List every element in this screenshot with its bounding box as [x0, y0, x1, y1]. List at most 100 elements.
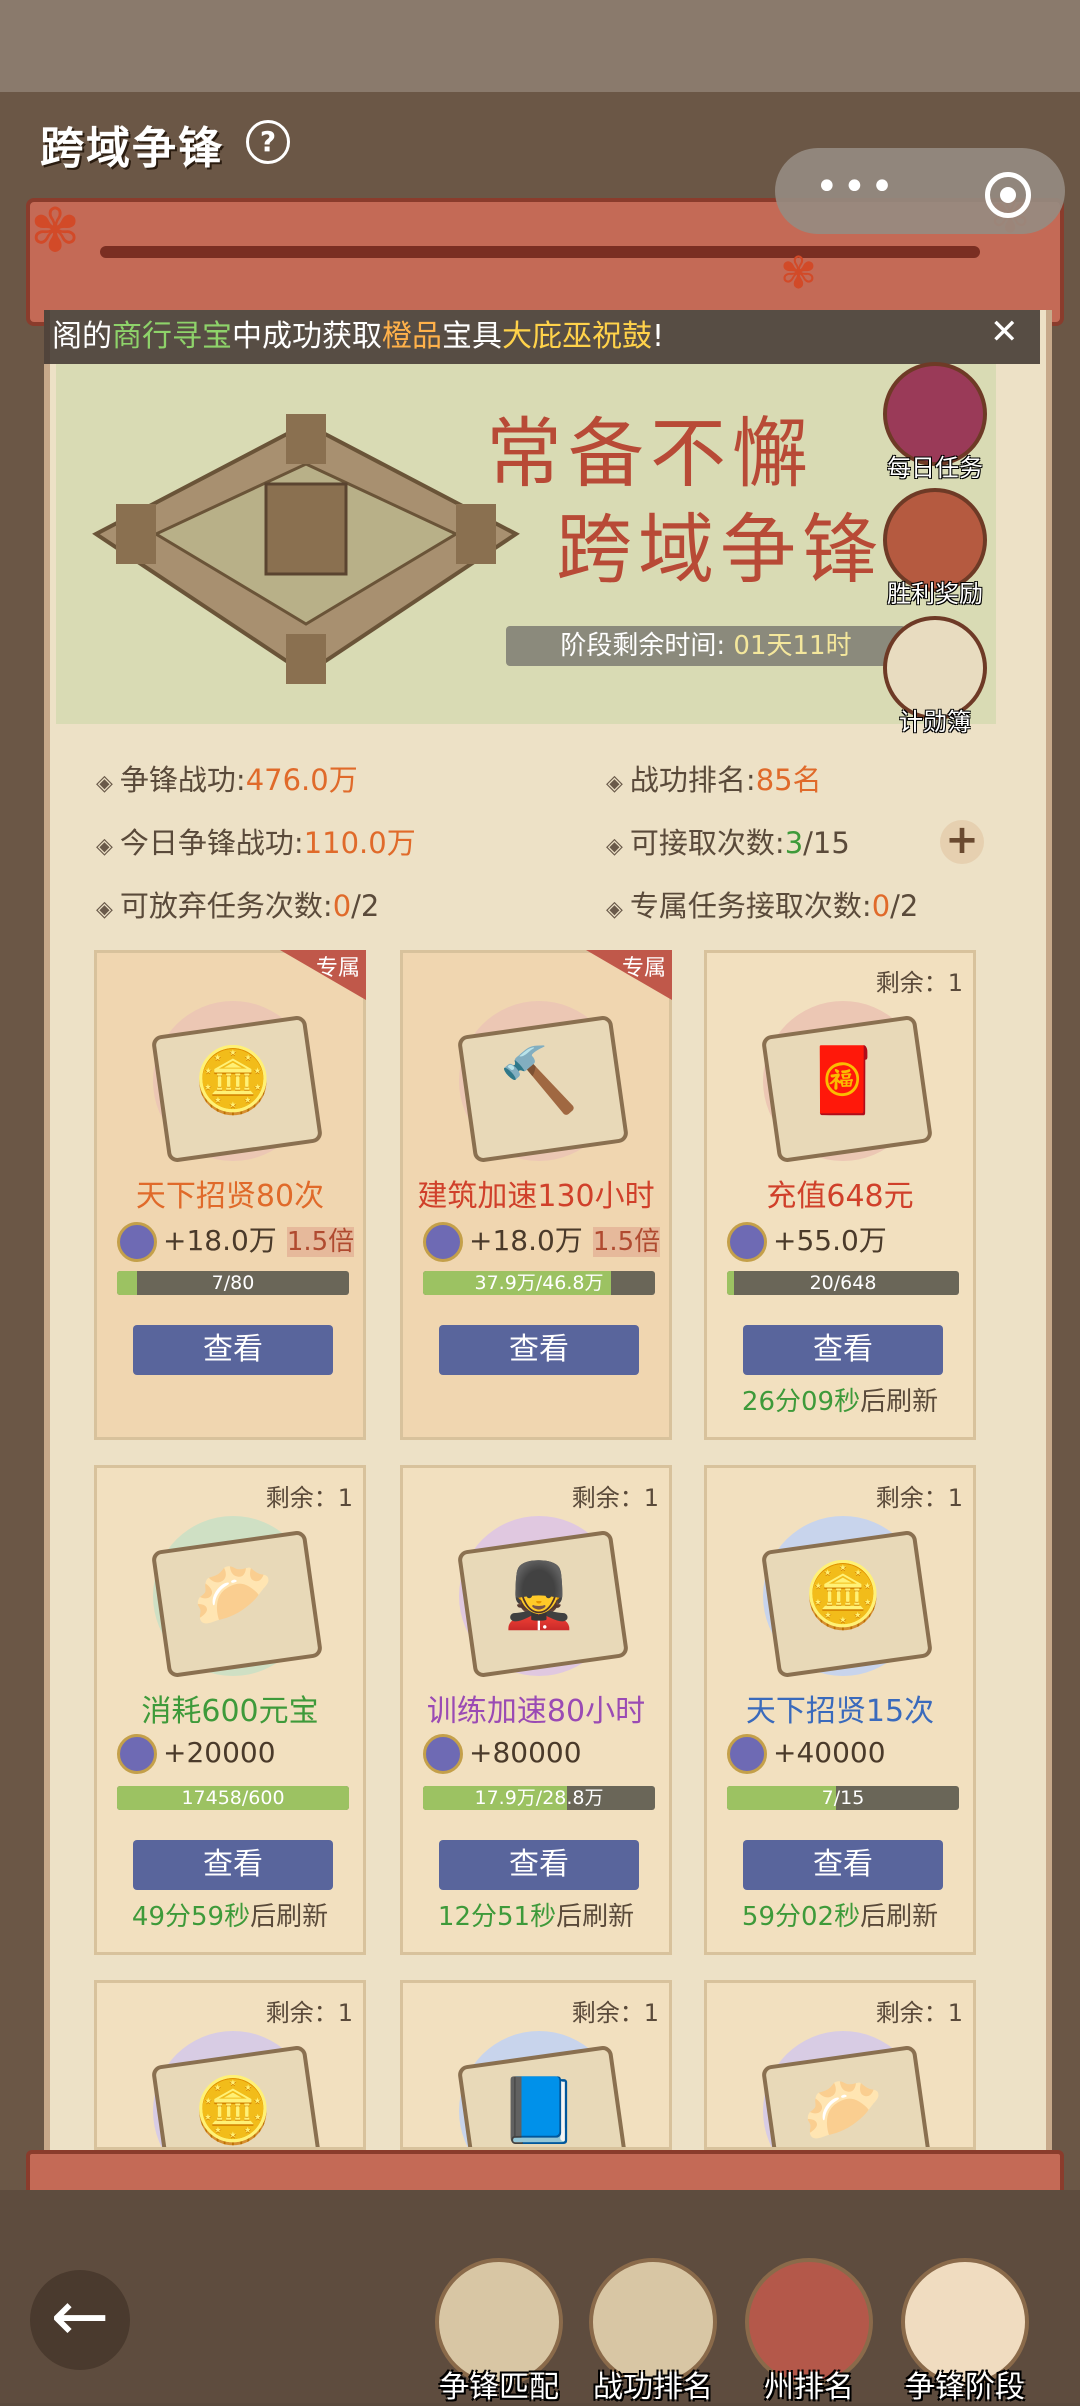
task-card[interactable]: 剩余：1 📘 [400, 1980, 672, 2150]
task-progress-bar: 17458/600 [117, 1786, 349, 1810]
multiplier-badge: 1.5倍 [286, 1227, 355, 1257]
announcement-ticker: 阁的商行寻宝中成功获取橙品宝具大庇巫祝鼓! [44, 310, 1040, 364]
daily-task-button[interactable]: 每日任务 [880, 362, 990, 483]
nav-merit-ranking[interactable]: 战功排名 [588, 2258, 718, 2406]
stat-label: 战功排名: [629, 763, 756, 797]
back-arrow-icon[interactable]: ← [30, 2270, 130, 2370]
ticker-close-icon[interactable]: ✕ [990, 312, 1019, 352]
coin-icon: 🪙 [193, 2074, 273, 2148]
stage-timer: 阶段剩余时间: 01天11时 [506, 626, 906, 666]
task-name: 充值648元 [766, 1179, 914, 1214]
task-reward: +80000 [423, 1734, 582, 1774]
task-scroll-icon: 💂 [456, 1516, 630, 1679]
nav-label: 争锋匹配 [439, 2370, 559, 2405]
stat-label: 可放弃任务次数: [119, 889, 333, 923]
page-title: 跨域争锋 [40, 123, 224, 174]
gold-ingot-icon: 🥟 [193, 1559, 273, 1633]
close-target-icon[interactable] [985, 172, 1031, 218]
merit-coin-icon [727, 1734, 767, 1774]
stat-label: 今日争锋战功: [119, 826, 304, 860]
task-name: 训练加速80小时 [426, 1694, 646, 1729]
view-button[interactable]: 查看 [133, 1840, 333, 1890]
merit-book-button[interactable]: 计勋簿 [880, 616, 990, 737]
stat-value: 3 [784, 826, 804, 860]
remaining-count: 剩余：1 [571, 1484, 659, 1512]
remaining-count: 剩余：1 [875, 969, 963, 997]
banner-slogan-line2: 跨域争锋 [556, 505, 884, 594]
timer-label: 阶段剩余时间: [560, 631, 726, 661]
stat-value: 110.0万 [303, 826, 416, 860]
task-scroll-icon: 🪙 [150, 2031, 324, 2148]
nav-stage[interactable]: 争锋阶段 [900, 2258, 1030, 2406]
task-name: 建筑加速130小时 [417, 1179, 655, 1214]
task-card[interactable]: 专属 🔨 建筑加速130小时 +18.0万 1.5倍 37.9万/46.8万 查看 [400, 950, 672, 1440]
ticker-text: ! [652, 319, 665, 354]
remaining-count: 剩余：1 [265, 1999, 353, 2027]
soldier-icon: 💂 [499, 1559, 579, 1633]
merit-book-label: 计勋簿 [899, 708, 971, 736]
task-scroll-icon: 🔨 [456, 1001, 630, 1164]
refresh-timer: 49分59秒后刷新 [131, 1902, 329, 1932]
miniprogram-capsule: ••• [775, 148, 1065, 234]
ticker-text: 宝具 [442, 319, 502, 354]
add-count-button[interactable]: + [940, 820, 984, 864]
task-progress-bar: 37.9万/46.8万 [423, 1271, 655, 1295]
task-progress-bar: 7/15 [727, 1786, 959, 1810]
coin-icon: 🪙 [803, 1559, 883, 1633]
stat-abandon-count: 可放弃任务次数:0/2 [96, 883, 379, 925]
victory-reward-label: 胜利奖励 [887, 580, 983, 608]
top-bar [0, 0, 1080, 92]
nav-match[interactable]: 争锋匹配 [434, 2258, 564, 2406]
view-button[interactable]: 查看 [133, 1325, 333, 1375]
task-scroll-icon: 🪙 [150, 1001, 324, 1164]
task-card[interactable]: 剩余：1 🪙 [94, 1980, 366, 2150]
stat-value: 0 [871, 889, 891, 923]
task-scroll-icon: 📘 [456, 2031, 630, 2148]
view-button[interactable]: 查看 [743, 1840, 943, 1890]
task-reward: +55.0万 [727, 1219, 887, 1262]
multiplier-badge: 1.5倍 [592, 1227, 661, 1257]
remaining-count: 剩余：1 [875, 1484, 963, 1512]
task-reward: +40000 [727, 1734, 886, 1774]
merit-coin-icon [727, 1222, 767, 1262]
task-name: 天下招贤15次 [745, 1694, 935, 1729]
task-name: 消耗600元宝 [141, 1694, 319, 1729]
stat-label: 专属任务接取次数: [629, 889, 872, 923]
task-scroll-icon: 🪙 [760, 1516, 934, 1679]
more-icon[interactable]: ••• [815, 164, 898, 210]
task-card[interactable]: 剩余：1 💂 训练加速80小时 +80000 17.9万/28.8万 查看 12… [400, 1465, 672, 1955]
refresh-timer: 59分02秒后刷新 [741, 1902, 939, 1932]
refresh-timer: 26分09秒后刷新 [741, 1387, 939, 1417]
stat-battle-merit: 争锋战功:476.0万 [96, 757, 358, 799]
gold-ingot-icon: 🥟 [803, 2074, 883, 2148]
maple-leaf-icon: ✾ [30, 196, 81, 266]
view-button[interactable]: 查看 [743, 1325, 943, 1375]
task-card[interactable]: 剩余：1 🪙 天下招贤15次 +40000 7/15 查看 59分02秒后刷新 [704, 1465, 976, 1955]
help-icon[interactable]: ? [246, 120, 290, 164]
task-card[interactable]: 剩余：1 🧧 充值648元 +55.0万 20/648 查看 26分09秒后刷新 [704, 950, 976, 1440]
red-envelope-icon: 🧧 [803, 1044, 883, 1118]
stat-accept-count: 可接取次数:3/15 [606, 820, 850, 862]
ticker-text: 橙品 [382, 319, 442, 354]
remaining-count: 剩余：1 [571, 1999, 659, 2027]
view-button[interactable]: 查看 [439, 1840, 639, 1890]
stat-total: /2 [351, 889, 380, 923]
task-card[interactable]: 专属 🪙 天下招贤80次 +18.0万 1.5倍 7/80 查看 [94, 950, 366, 1440]
task-scroll-icon: 🥟 [760, 2031, 934, 2148]
stat-label: 争锋战功: [119, 763, 246, 797]
stat-value: 0 [332, 889, 352, 923]
maple-leaf-icon: ✾ [780, 248, 817, 299]
stat-rank: 战功排名:85名 [606, 757, 822, 799]
book-icon: 📘 [499, 2074, 579, 2148]
view-button[interactable]: 查看 [439, 1325, 639, 1375]
task-progress-bar: 20/648 [727, 1271, 959, 1295]
task-card[interactable]: 剩余：1 🥟 消耗600元宝 +20000 17458/600 查看 49分59… [94, 1465, 366, 1955]
victory-reward-button[interactable]: 胜利奖励 [880, 488, 990, 609]
coin-icon: 🪙 [193, 1044, 273, 1118]
daily-task-label: 每日任务 [887, 454, 983, 482]
merit-coin-icon [423, 1734, 463, 1774]
task-card[interactable]: 剩余：1 🥟 [704, 1980, 976, 2150]
stat-total: /15 [803, 826, 850, 860]
nav-state-ranking[interactable]: 州排名 [744, 2258, 874, 2406]
remaining-count: 剩余：1 [875, 1999, 963, 2027]
